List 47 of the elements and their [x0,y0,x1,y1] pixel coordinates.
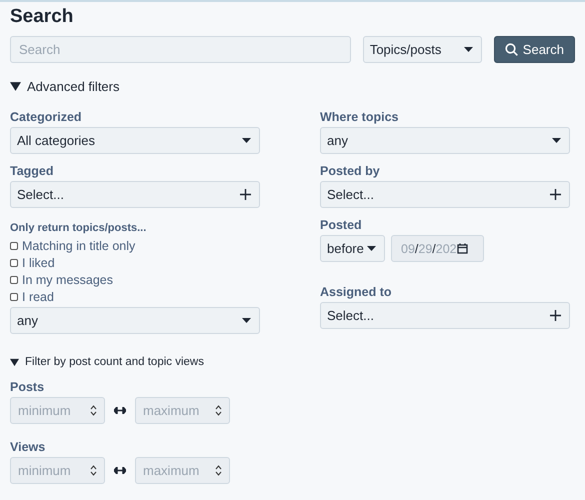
caret-icon [367,246,376,251]
field-label: Assigned to [320,285,393,299]
plus-icon [240,189,251,200]
caret-icon [242,138,251,143]
search-icon [504,43,518,56]
caret-icon [464,47,473,52]
checkbox[interactable] [10,292,18,300]
plus-icon [550,189,561,200]
multi-select-field[interactable]: Select... [10,181,260,208]
filter-dropdown[interactable]: any [10,307,260,334]
field-label: Posted [320,218,363,232]
multi-select-field[interactable]: Select... [320,302,570,329]
page-title: Search [10,6,74,28]
field-label: Views [10,440,46,454]
multi-select-field[interactable]: Select... [320,181,570,208]
search-button[interactable]: Search [494,36,575,63]
field-label: Where topics [320,110,400,124]
count-filter-toggle[interactable]: Filter by post count and topic views [10,356,204,368]
field-label: Posts [10,380,46,394]
scope-dropdown[interactable]: Topics/posts [362,36,482,63]
field-label: Categorized [10,110,83,124]
stepper-icon[interactable] [90,465,97,476]
checkbox-option[interactable]: I liked [10,254,260,271]
stepper-icon[interactable] [90,405,97,416]
field-label: Tagged [10,164,55,178]
field-label: Posted by [320,164,381,178]
caret-icon [552,138,561,143]
checkbox-option[interactable]: Matching in title only [10,237,260,254]
checkbox[interactable] [10,258,18,266]
calendar-icon[interactable] [456,243,468,254]
date-relation-dropdown[interactable]: before [320,235,385,262]
checkbox[interactable] [10,276,18,284]
caret-icon [242,318,251,323]
checkbox-option[interactable]: I read [10,288,260,305]
search-field[interactable]: Search [10,36,351,63]
plus-icon [550,310,561,321]
field-label: Only return topics/posts... [10,222,148,234]
advanced-filters-toggle[interactable]: Advanced filters [10,79,120,94]
stepper-icon[interactable] [215,405,222,416]
category-dropdown[interactable]: All categories [10,127,260,154]
date-field[interactable]: 09/29/202 [391,235,484,262]
checkbox-option[interactable]: In my messages [10,271,260,288]
stepper-icon[interactable] [215,465,222,476]
checkbox[interactable] [10,242,18,250]
where-topics-dropdown[interactable]: any [320,127,570,154]
double-arrow-icon [114,467,126,474]
double-arrow-icon [114,407,126,414]
